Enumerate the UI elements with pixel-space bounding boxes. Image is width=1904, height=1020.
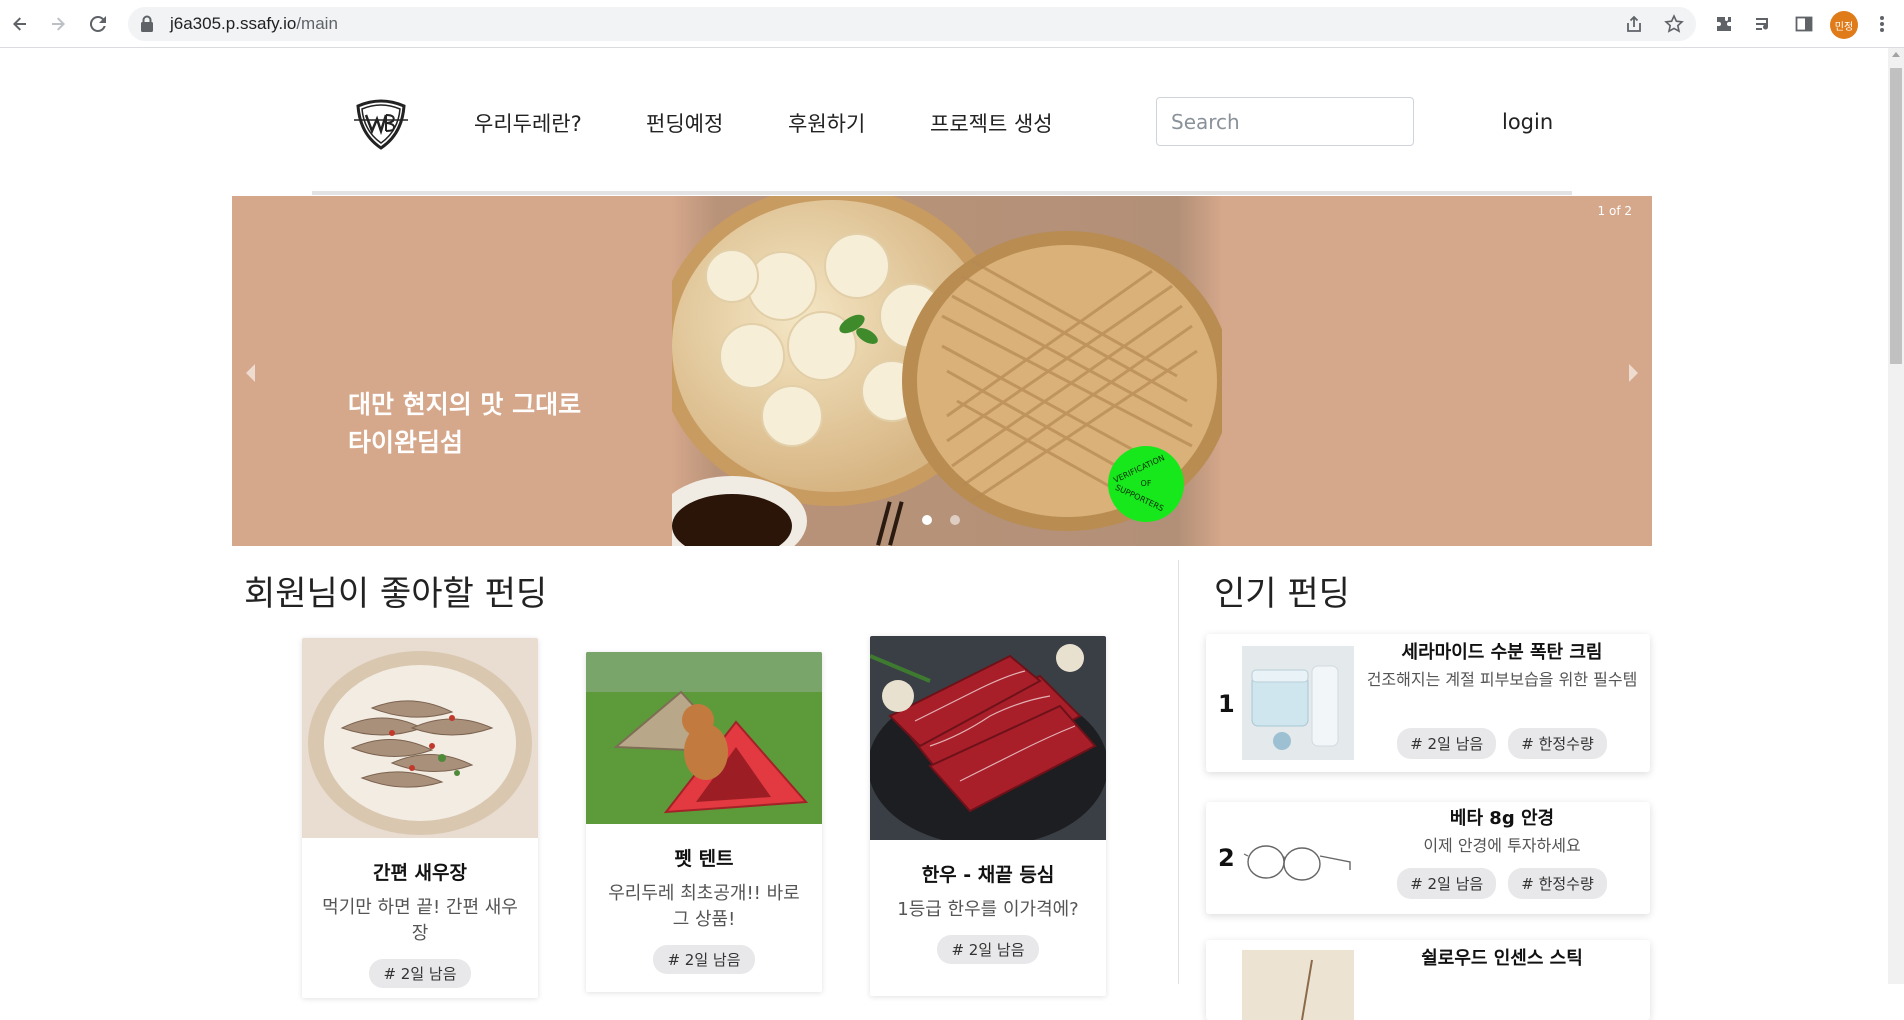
scroll-up-icon[interactable]	[1892, 52, 1900, 57]
popular-description: 이제 안경에 투자하세요	[1423, 836, 1581, 855]
header-divider	[312, 191, 1572, 195]
funding-title: 한우 - 채끝 등심	[921, 864, 1055, 886]
nav-support[interactable]: 후원하기	[788, 108, 865, 138]
funding-description: 1등급 한우를 이가격에?	[897, 899, 1079, 920]
popular-section-title: 인기 펀딩	[1214, 574, 1350, 614]
hero-carousel[interactable]: VERIFICATION OF SUPPORTERS 대만 현지의 맛 그대로 …	[232, 196, 1652, 546]
carousel-caption: 대만 현지의 맛 그대로 타이완딤섬	[348, 386, 581, 462]
reload-icon[interactable]	[86, 12, 110, 36]
popular-funding-card[interactable]: 2 베타 8g 안경 이제 안경에 투자하세요 # 2일 남음 # 한정수량	[1206, 802, 1650, 914]
share-icon[interactable]	[1622, 12, 1646, 36]
glasses-photo	[1242, 806, 1354, 910]
popular-title: 베타 8g 안경	[1449, 808, 1555, 829]
popular-tag[interactable]: # 한정수량	[1508, 728, 1607, 759]
site-logo[interactable]	[352, 98, 410, 150]
funding-tag[interactable]: # 2일 남음	[937, 935, 1039, 964]
url-text: j6a305.p.ssafy.io/main	[170, 14, 338, 34]
url-path: /main	[296, 14, 338, 33]
funding-card[interactable]: 펫 텐트 우리두레 최초공개!! 바로 그 상품! # 2일 남음	[586, 652, 822, 992]
popular-rank: 1	[1218, 690, 1235, 718]
shrimp-photo	[302, 638, 538, 838]
bookmark-star-icon[interactable]	[1662, 12, 1686, 36]
popular-tag[interactable]: # 한정수량	[1508, 868, 1607, 899]
carousel-indicators	[922, 515, 960, 525]
browser-toolbar: j6a305.p.ssafy.io/main 민정	[0, 0, 1904, 48]
funding-card[interactable]: 한우 - 채끝 등심 1등급 한우를 이가격에? # 2일 남음	[870, 636, 1106, 996]
verification-badge: VERIFICATION OF SUPPORTERS	[1108, 446, 1184, 522]
nav-about[interactable]: 우리두레란?	[474, 108, 582, 138]
pet-tent-photo	[586, 652, 822, 824]
carousel-dot-1[interactable]	[922, 515, 932, 525]
funding-description: 우리두레 최초공개!! 바로 그 상품!	[608, 883, 800, 930]
carousel-next-icon[interactable]	[1629, 364, 1638, 382]
popular-funding-card[interactable]: 1 세라마이드 수분 폭탄 크림 건조해지는 계절 피부보습을 위한 필수템 #…	[1206, 634, 1650, 772]
svg-text:VERIFICATION: VERIFICATION	[1112, 453, 1166, 485]
popular-title: 세라마이드 수분 폭탄 크림	[1401, 642, 1603, 663]
incense-stick-photo	[1242, 950, 1354, 1020]
profile-avatar[interactable]: 민정	[1830, 11, 1858, 39]
popular-description: 건조해지는 계절 피부보습을 위한 필수템	[1366, 670, 1638, 689]
funding-card[interactable]: 간편 새우장 먹기만 하면 끝! 간편 새우장 # 2일 남음	[302, 638, 538, 998]
kebab-menu-icon[interactable]	[1870, 12, 1894, 36]
forward-icon[interactable]	[46, 12, 70, 36]
address-bar[interactable]	[128, 7, 1696, 41]
carousel-caption-line1: 대만 현지의 맛 그대로	[348, 390, 582, 419]
search-input[interactable]	[1156, 97, 1414, 146]
carousel-caption-line2: 타이완딤섬	[348, 428, 464, 457]
side-panel-icon[interactable]	[1792, 12, 1816, 36]
svg-text:SUPPORTERS: SUPPORTERS	[1114, 483, 1165, 513]
login-link[interactable]: login	[1502, 110, 1553, 134]
popular-tag[interactable]: # 2일 남음	[1397, 868, 1497, 899]
ceramide-cream-photo	[1242, 646, 1354, 760]
url-host: j6a305.p.ssafy.io	[170, 14, 297, 33]
popular-tag[interactable]: # 2일 남음	[1397, 728, 1497, 759]
popular-title: 쉴로우드 인센스 스틱	[1421, 948, 1583, 969]
lock-icon	[140, 15, 154, 37]
scrollbar-thumb[interactable]	[1890, 68, 1902, 364]
hanwoo-beef-photo	[870, 636, 1106, 840]
carousel-dot-2[interactable]	[950, 515, 960, 525]
svg-text:OF: OF	[1141, 479, 1152, 488]
funding-title: 간편 새우장	[372, 862, 467, 884]
page-scrollbar[interactable]	[1888, 48, 1904, 984]
media-control-icon[interactable]	[1752, 12, 1776, 36]
funding-description: 먹기만 하면 끝! 간편 새우장	[322, 897, 518, 944]
recommended-section-title: 회원님이 좋아할 펀딩	[244, 574, 548, 614]
carousel-counter: 1 of 2	[1597, 204, 1632, 218]
funding-title: 펫 텐트	[674, 848, 734, 870]
funding-tag[interactable]: # 2일 남음	[653, 945, 755, 974]
back-icon[interactable]	[8, 12, 32, 36]
section-divider	[1178, 560, 1179, 984]
popular-funding-card[interactable]: 쉴로우드 인센스 스틱	[1206, 940, 1650, 1020]
carousel-prev-icon[interactable]	[246, 364, 255, 382]
nav-upcoming-funding[interactable]: 펀딩예정	[646, 108, 723, 138]
extensions-icon[interactable]	[1712, 12, 1736, 36]
popular-rank: 2	[1218, 844, 1235, 872]
nav-create-project[interactable]: 프로젝트 생성	[930, 108, 1053, 138]
